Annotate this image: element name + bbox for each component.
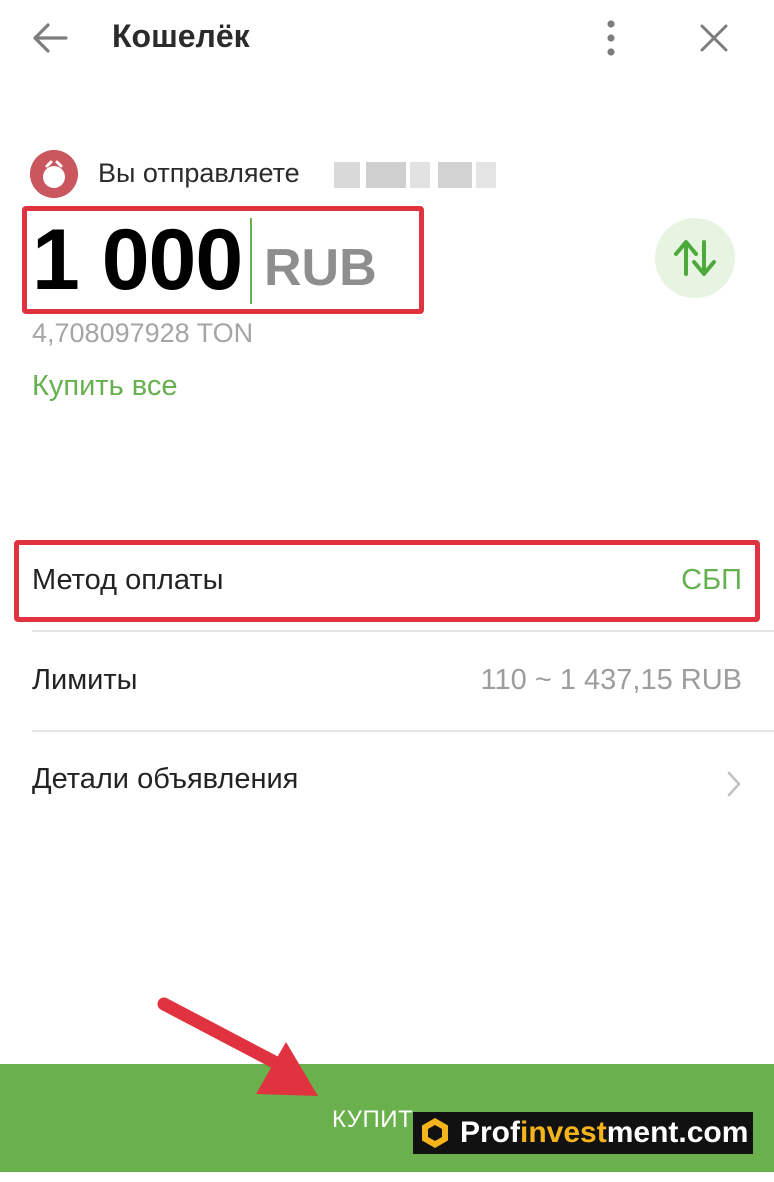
text-caret [250, 218, 252, 304]
limits-value: 110 ~ 1 437,15 RUB [480, 664, 742, 696]
sending-label: Вы отправляете [98, 158, 300, 188]
swap-vertical-icon [674, 240, 716, 276]
ad-details-label[interactable]: Детали объявления [32, 763, 298, 796]
more-vertical-icon[interactable] [598, 18, 624, 58]
close-icon[interactable] [696, 20, 732, 56]
amount-currency: RUB [264, 239, 377, 297]
buy-button-label: КУПИТ [332, 1106, 414, 1133]
amount-input[interactable]: 1 000 [32, 210, 243, 310]
divider [32, 730, 774, 732]
avatar [30, 150, 78, 198]
payment-method-label[interactable]: Метод оплаты [32, 564, 223, 597]
swap-button[interactable] [655, 218, 735, 298]
chevron-right-icon[interactable] [724, 768, 744, 800]
recipient-name-blurred [330, 158, 498, 192]
watermark-text: Profinvestment.com [460, 1116, 749, 1149]
limits-label: Лимиты [32, 664, 138, 696]
watermark-logo-icon [422, 1118, 448, 1148]
arrow-left-icon[interactable] [30, 20, 70, 56]
buy-all-link[interactable]: Купить все [32, 370, 177, 403]
payment-method-value[interactable]: СБП [681, 564, 742, 597]
converted-amount: 4,708097928 TON [32, 318, 254, 348]
annotation-arrow-icon [157, 997, 318, 1096]
page-title: Кошелёк [112, 18, 250, 54]
divider [32, 630, 774, 632]
